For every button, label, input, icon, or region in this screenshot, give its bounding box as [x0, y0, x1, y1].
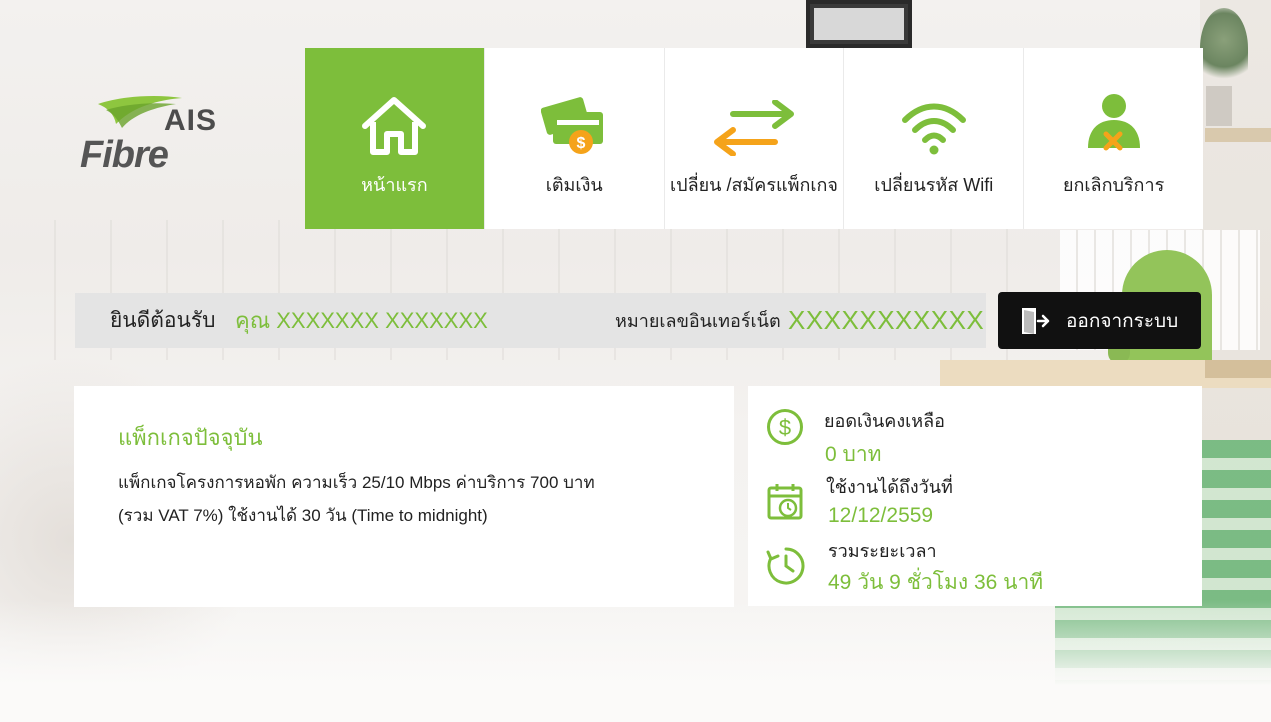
logout-label: ออกจากระบบ: [1066, 310, 1179, 332]
package-desc-line2: (รวม VAT 7%) ใช้งานได้ 30 วัน (Time to m…: [118, 506, 488, 525]
ais-fibre-logo: AIS Fibre: [78, 92, 228, 182]
package-title: แพ็กเกจปัจจุบัน: [118, 425, 263, 450]
current-package-card: แพ็กเกจปัจจุบัน แพ็กเกจโครงการหอพัก ความ…: [74, 386, 734, 607]
nav-label-home: หน้าแรก: [361, 175, 428, 195]
home-icon: [362, 97, 427, 155]
topup-card-icon: $: [541, 97, 604, 154]
nav-label-change-package: เปลี่ยน /สมัครแพ็กเกจ: [669, 175, 838, 195]
welcome-bar: ยินดีต้อนรับ คุณ XXXXXXX XXXXXXX หมายเลข…: [75, 293, 986, 348]
cancel-user-icon: [1087, 94, 1140, 151]
exchange-arrows-icon: [713, 100, 794, 156]
duration-label: รวมระยะเวลา: [828, 541, 937, 561]
nav-label-topup: เติมเงิน: [545, 175, 603, 195]
nav-label-change-wifi: เปลี่ยนรหัส Wifi: [874, 175, 994, 195]
package-desc-line1: แพ็กเกจโครงการหอพัก ความเร็ว 25/10 Mbps …: [118, 473, 595, 492]
customer-name: คุณ XXXXXXX XXXXXXX: [235, 308, 488, 333]
welcome-greeting: ยินดีต้อนรับ: [110, 309, 216, 332]
logo-ais-text: AIS: [164, 104, 218, 137]
nav-item-change-package[interactable]: เปลี่ยน /สมัครแพ็กเกจ: [663, 48, 844, 229]
wifi-icon: [901, 103, 966, 155]
package-description: แพ็กเกจโครงการหอพัก ความเร็ว 25/10 Mbps …: [118, 466, 708, 532]
balance-value: 0 บาท: [825, 443, 882, 466]
nav-item-change-wifi[interactable]: เปลี่ยนรหัส Wifi: [843, 48, 1024, 229]
calendar-clock-icon: [767, 484, 803, 520]
account-info-card: $ ยอดเงินคงเหลือ 0 บาท ใช้งานได้ถึงวันที…: [748, 386, 1202, 606]
logo-fibre-text: Fibre: [80, 134, 169, 176]
logout-door-icon: [1022, 307, 1050, 334]
expiry-value: 12/12/2559: [828, 504, 934, 527]
nav-item-cancel-service[interactable]: ยกเลิกบริการ: [1023, 48, 1203, 229]
nav-item-home[interactable]: หน้าแรก: [305, 48, 484, 229]
dollar-circle-icon: $: [767, 409, 803, 445]
balance-label: ยอดเงินคงเหลือ: [824, 411, 945, 431]
svg-text:$: $: [779, 415, 791, 440]
internet-number-label: หมายเลขอินเทอร์เน็ต: [615, 311, 781, 331]
svg-text:$: $: [577, 135, 586, 152]
duration-value: 49 วัน 9 ชั่วโมง 36 นาที: [828, 571, 1044, 594]
expiry-label: ใช้งานได้ถึงวันที่: [826, 477, 953, 497]
clock-history-icon: [766, 547, 805, 585]
nav-item-topup[interactable]: $ เติมเงิน: [483, 48, 664, 229]
nav-label-cancel-service: ยกเลิกบริการ: [1062, 175, 1165, 195]
internet-number-value: XXXXXXXXXXX: [788, 305, 985, 335]
logout-button[interactable]: ออกจากระบบ: [998, 292, 1201, 349]
main-nav: หน้าแรก $ เติมเงิน เปลี่ยน /สมัครแพ็กเกจ: [305, 48, 1203, 229]
